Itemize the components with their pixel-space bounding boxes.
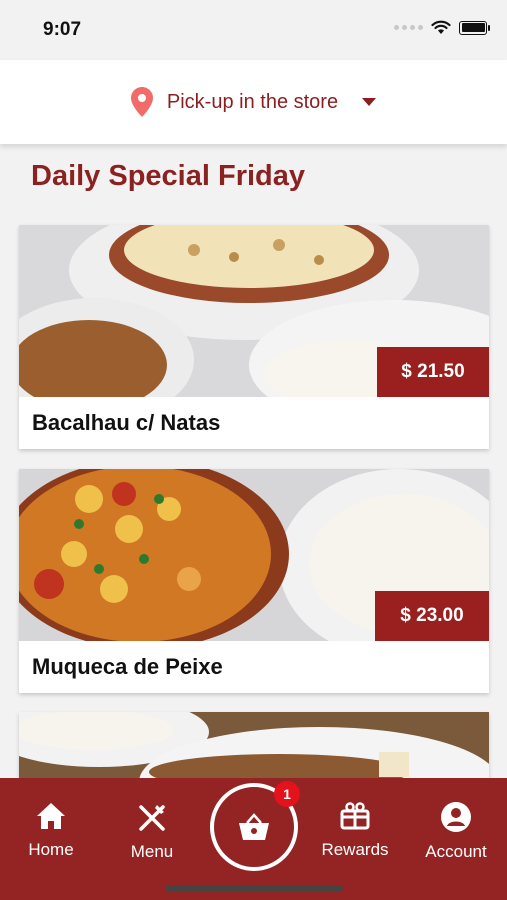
home-indicator bbox=[165, 886, 343, 891]
tab-label: Rewards bbox=[321, 840, 389, 859]
dish-photo: $ 23.00 bbox=[19, 469, 489, 641]
tab-menu[interactable]: Menu bbox=[107, 802, 197, 862]
dish-photo: $ 21.50 bbox=[19, 225, 489, 397]
price-tag: $ 23.00 bbox=[375, 591, 489, 641]
pickup-selector[interactable]: Pick-up in the store bbox=[0, 60, 507, 144]
menu-item-name: Muqueca de Peixe bbox=[32, 654, 223, 679]
location-pin-icon bbox=[130, 87, 153, 117]
tab-label: Home bbox=[28, 840, 74, 859]
cart-count-badge: 1 bbox=[274, 781, 300, 807]
tab-rewards[interactable]: Rewards bbox=[310, 802, 400, 860]
menu-item-name: Bacalhau c/ Natas bbox=[32, 410, 221, 435]
chevron-down-icon bbox=[362, 98, 377, 106]
basket-icon bbox=[239, 813, 269, 840]
menu-item-card[interactable]: $ 21.50 Bacalhau c/ Natas bbox=[19, 225, 489, 449]
dish-photo bbox=[19, 712, 489, 782]
tab-label: Menu bbox=[130, 842, 174, 861]
wifi-icon bbox=[431, 20, 451, 34]
menu-item-card[interactable] bbox=[19, 712, 489, 782]
tab-account[interactable]: Account bbox=[411, 802, 501, 862]
cart-button[interactable]: 1 bbox=[210, 781, 300, 871]
fork-knife-icon bbox=[139, 805, 165, 831]
gift-icon bbox=[340, 802, 370, 830]
tab-label: Account bbox=[425, 842, 487, 861]
price-tag: $ 21.50 bbox=[377, 347, 489, 397]
status-icons bbox=[394, 20, 490, 35]
account-icon bbox=[441, 802, 471, 832]
status-bar: 9:07 bbox=[0, 0, 507, 60]
tab-home[interactable]: Home bbox=[6, 802, 96, 860]
status-time: 9:07 bbox=[43, 19, 82, 40]
battery-icon bbox=[459, 20, 490, 35]
section-title: Daily Special Friday bbox=[31, 160, 306, 192]
signal-icon bbox=[394, 25, 423, 30]
home-icon bbox=[37, 803, 65, 829]
pickup-label: Pick-up in the store bbox=[166, 90, 339, 113]
bottom-tab-bar: Home Menu 1 Rewards Account bbox=[0, 778, 507, 900]
menu-item-card[interactable]: $ 23.00 Muqueca de Peixe bbox=[19, 469, 489, 693]
